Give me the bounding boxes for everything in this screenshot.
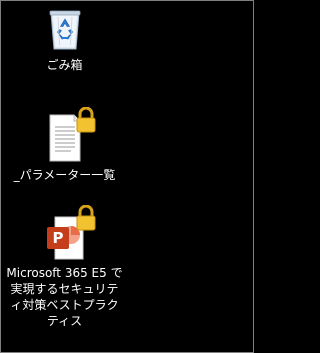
desktop-icon-label: Microsoft 365 E5 で実現するセキュリティ対策ベストプラクティス <box>6 266 123 328</box>
lock-icon <box>75 106 97 133</box>
desktop-icon-label: ごみ箱 <box>46 58 83 72</box>
desktop: ごみ箱 _パラメーター一覧 P Microsoft 365 E5 で実現するセキ… <box>0 0 254 353</box>
recycle-bin-icon <box>41 5 89 53</box>
desktop-icon-recycle-bin[interactable]: ごみ箱 <box>4 5 125 73</box>
desktop-icon-powerpoint-file[interactable]: P Microsoft 365 E5 で実現するセキュリティ対策ベストプラクティ… <box>4 204 125 329</box>
text-document-icon <box>41 106 95 163</box>
powerpoint-icon: P <box>41 204 95 261</box>
desktop-icon-label: _パラメーター一覧 <box>13 168 116 182</box>
desktop-icon-parameter-list[interactable]: _パラメーター一覧 <box>4 106 125 183</box>
svg-text:P: P <box>52 229 63 247</box>
lock-icon <box>75 204 97 231</box>
